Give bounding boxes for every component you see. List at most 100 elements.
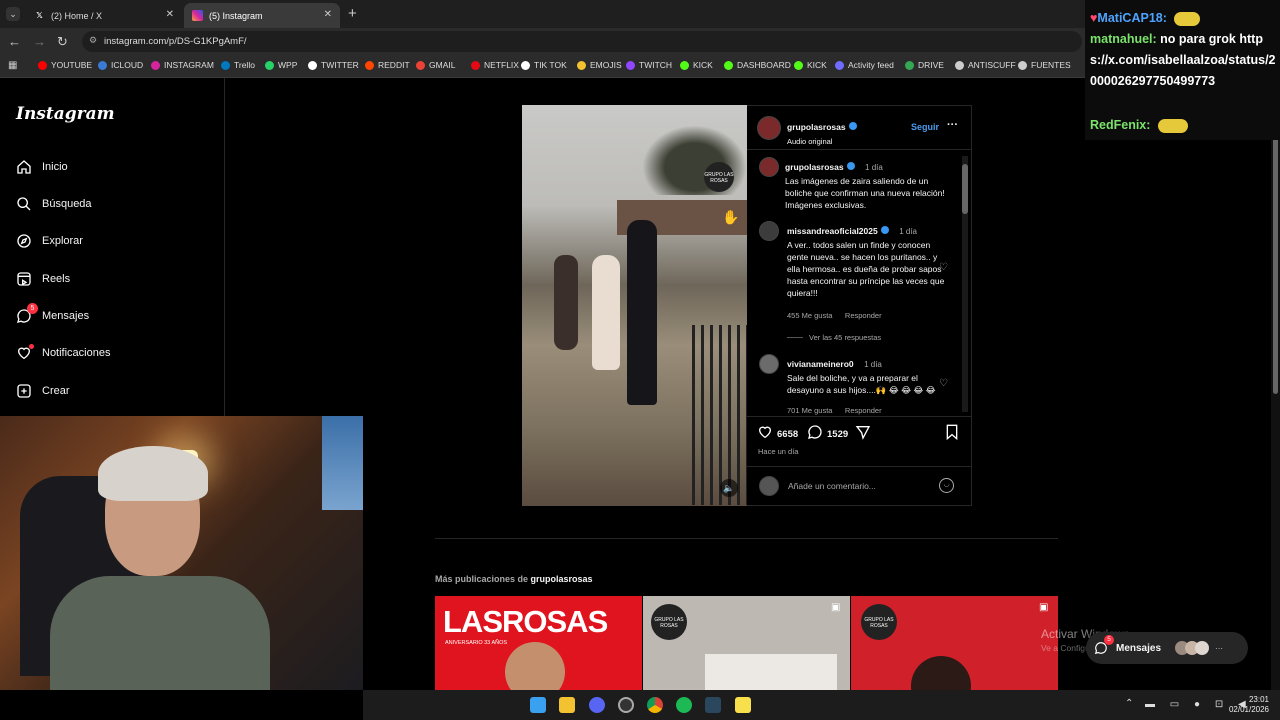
clock[interactable]: 23:01 02/01/2026 <box>1223 695 1269 715</box>
nav-reels[interactable]: Reels <box>15 270 70 288</box>
windows-taskbar: ⌃ ▬ ▭ ● ⊡ ◀ 23:01 02/01/2026 <box>363 690 1280 720</box>
comment-likes[interactable]: 701 Me gusta <box>787 406 832 415</box>
close-tab-icon[interactable]: ✕ <box>166 9 174 20</box>
author-avatar[interactable] <box>759 157 779 177</box>
author-avatar[interactable] <box>757 116 781 140</box>
tab-instagram[interactable]: (5) Instagram ✕ <box>184 3 340 28</box>
author-username[interactable]: grupolasrosas <box>787 122 846 132</box>
bookmark-instagram[interactable]: INSTAGRAM <box>151 60 214 70</box>
bookmark-trello[interactable]: Trello <box>221 60 255 70</box>
comment-username[interactable]: missandreaoficial2025 <box>787 226 878 236</box>
share-icon[interactable] <box>855 424 871 445</box>
current-user-avatar[interactable] <box>759 476 779 496</box>
bookmark-favicon-icon <box>471 60 480 70</box>
bookmark-label: FUENTES <box>1031 60 1071 70</box>
comment-button[interactable]: 1529 <box>807 424 848 445</box>
spotify-icon[interactable] <box>676 697 692 713</box>
bookmark-fuentes[interactable]: FUENTES <box>1018 60 1071 70</box>
bookmark-dashboard[interactable]: DASHBOARD <box>724 60 791 70</box>
chrome-icon[interactable] <box>647 697 663 713</box>
windows-start-icon[interactable] <box>530 697 546 713</box>
bookmark-drive[interactable]: DRIVE <box>905 60 944 70</box>
more-posts-user[interactable]: grupolasrosas <box>531 574 593 584</box>
sticky-notes-icon[interactable] <box>735 697 751 713</box>
back-arrow-icon[interactable]: ← <box>8 34 21 49</box>
comment-username[interactable]: vivianameinero0 <box>787 359 854 369</box>
emoji-icon[interactable]: ◡ <box>939 478 954 493</box>
commenter-avatar[interactable] <box>759 354 779 374</box>
page-scrollbar[interactable] <box>1271 78 1280 690</box>
file-explorer-icon[interactable] <box>559 697 575 713</box>
apps-grid-icon[interactable]: ▦ <box>8 60 17 71</box>
bookmark-wpp[interactable]: WPP <box>265 60 297 70</box>
post-thumbnail[interactable]: GRUPO LAS ROSAS ▣ <box>643 596 850 690</box>
address-bar-input[interactable]: ⚙ instagram.com/p/DS-G1KPgAmF/ <box>82 31 1082 52</box>
follow-button[interactable]: Seguir <box>911 122 939 132</box>
bookmark-emojis[interactable]: EMOJIS <box>577 60 622 70</box>
nav-notificaciones[interactable]: Notificaciones <box>15 344 110 362</box>
post-video[interactable]: GRUPO LAS ROSAS 🔈 <box>522 105 747 506</box>
nav-label: Mensajes <box>42 310 90 322</box>
site-info-icon[interactable]: ⚙ <box>89 35 97 46</box>
bookmark-icloud[interactable]: ICLOUD <box>98 60 143 70</box>
chat-username: MatiCAP18: <box>1097 11 1167 25</box>
comments-scroll[interactable]: grupolasrosas 1 día Las imágenes de zair… <box>747 150 972 416</box>
comment-likes[interactable]: 455 Me gusta <box>787 311 832 320</box>
reply-link[interactable]: Responder <box>845 311 882 320</box>
bookmark-youtube[interactable]: YOUTUBE <box>38 60 92 70</box>
video-person <box>592 255 620 370</box>
comment-like-icon[interactable]: ♡ <box>939 378 948 389</box>
steam-icon[interactable] <box>705 697 721 713</box>
clock-time: 23:01 <box>1248 695 1269 704</box>
discord-icon[interactable] <box>589 697 605 713</box>
nav-busqueda[interactable]: Búsqueda <box>15 195 92 213</box>
comment-like-icon[interactable]: ♡ <box>939 262 948 273</box>
bookmark-twitch[interactable]: TWITCH <box>626 60 672 70</box>
tab-list-button[interactable]: ⌄ <box>6 7 20 21</box>
new-tab-button[interactable]: + <box>348 5 357 22</box>
tab-label: (5) Instagram <box>209 10 263 21</box>
add-comment-input[interactable]: Añade un comentario... <box>788 481 876 491</box>
comments-scrollbar[interactable] <box>962 156 968 412</box>
bookmark-kick[interactable]: KICK <box>680 60 713 70</box>
bookmark-reddit[interactable]: REDDIT <box>365 60 410 70</box>
bookmark-kick[interactable]: KICK <box>794 60 827 70</box>
bookmark-antiscuff[interactable]: ANTISCUFF <box>955 60 1016 70</box>
close-tab-icon[interactable]: ✕ <box>324 9 332 20</box>
bookmark-netflix[interactable]: NETFLIX <box>471 60 519 70</box>
scrollbar-thumb[interactable] <box>962 164 968 214</box>
nav-crear[interactable]: Crear <box>15 382 70 400</box>
reload-icon[interactable]: ↻ <box>57 34 68 50</box>
obs-icon[interactable] <box>618 697 634 713</box>
messages-floating-button[interactable]: 5 Mensajes ··· <box>1086 632 1248 664</box>
caption-time: 1 día <box>865 163 883 172</box>
bookmark-tik-tok[interactable]: TIK TOK <box>521 60 567 70</box>
caption-username[interactable]: grupolasrosas <box>785 162 844 172</box>
post-thumbnail[interactable]: GRUPO LAS ROSAS ▣ <box>851 596 1058 690</box>
more-icon[interactable]: ··· <box>1215 644 1223 653</box>
bookmark-twitter[interactable]: TWITTER <box>308 60 359 70</box>
panel-divider <box>747 466 972 467</box>
bookmark-activity-feed[interactable]: Activity feed <box>835 60 894 70</box>
audio-label[interactable]: Audio original <box>787 137 857 146</box>
like-button[interactable]: 6658 <box>757 424 798 445</box>
bookmark-label: NETFLIX <box>484 60 519 70</box>
emote-icon <box>1157 118 1188 133</box>
tab-x-home[interactable]: 𝕏 (2) Home / X ✕ <box>26 3 182 28</box>
instagram-logo[interactable]: Instagram <box>16 104 115 124</box>
nav-inicio[interactable]: Inicio <box>15 158 68 176</box>
reply-link[interactable]: Responder <box>845 406 882 415</box>
mute-icon[interactable]: 🔈 <box>720 479 738 497</box>
nav-explorar[interactable]: Explorar <box>15 232 83 250</box>
commenter-avatar[interactable] <box>759 221 779 241</box>
tray-chevron-icon[interactable]: ⌃ <box>1125 698 1133 709</box>
post-thumbnail[interactable]: LASROSAS ANIVERSARIO 33 AÑOS <box>435 596 642 690</box>
more-options-icon[interactable]: ··· <box>947 119 958 131</box>
nav-mensajes[interactable]: 5 Mensajes <box>15 303 90 325</box>
bookmark-gmail[interactable]: GMAIL <box>416 60 455 70</box>
bookmark-label: TIK TOK <box>534 60 567 70</box>
messages-label: Mensajes <box>1116 642 1162 654</box>
forward-arrow-icon[interactable]: → <box>33 34 46 49</box>
bookmark-icon[interactable] <box>945 424 959 445</box>
view-replies-link[interactable]: Ver las 45 respuestas <box>809 333 881 342</box>
